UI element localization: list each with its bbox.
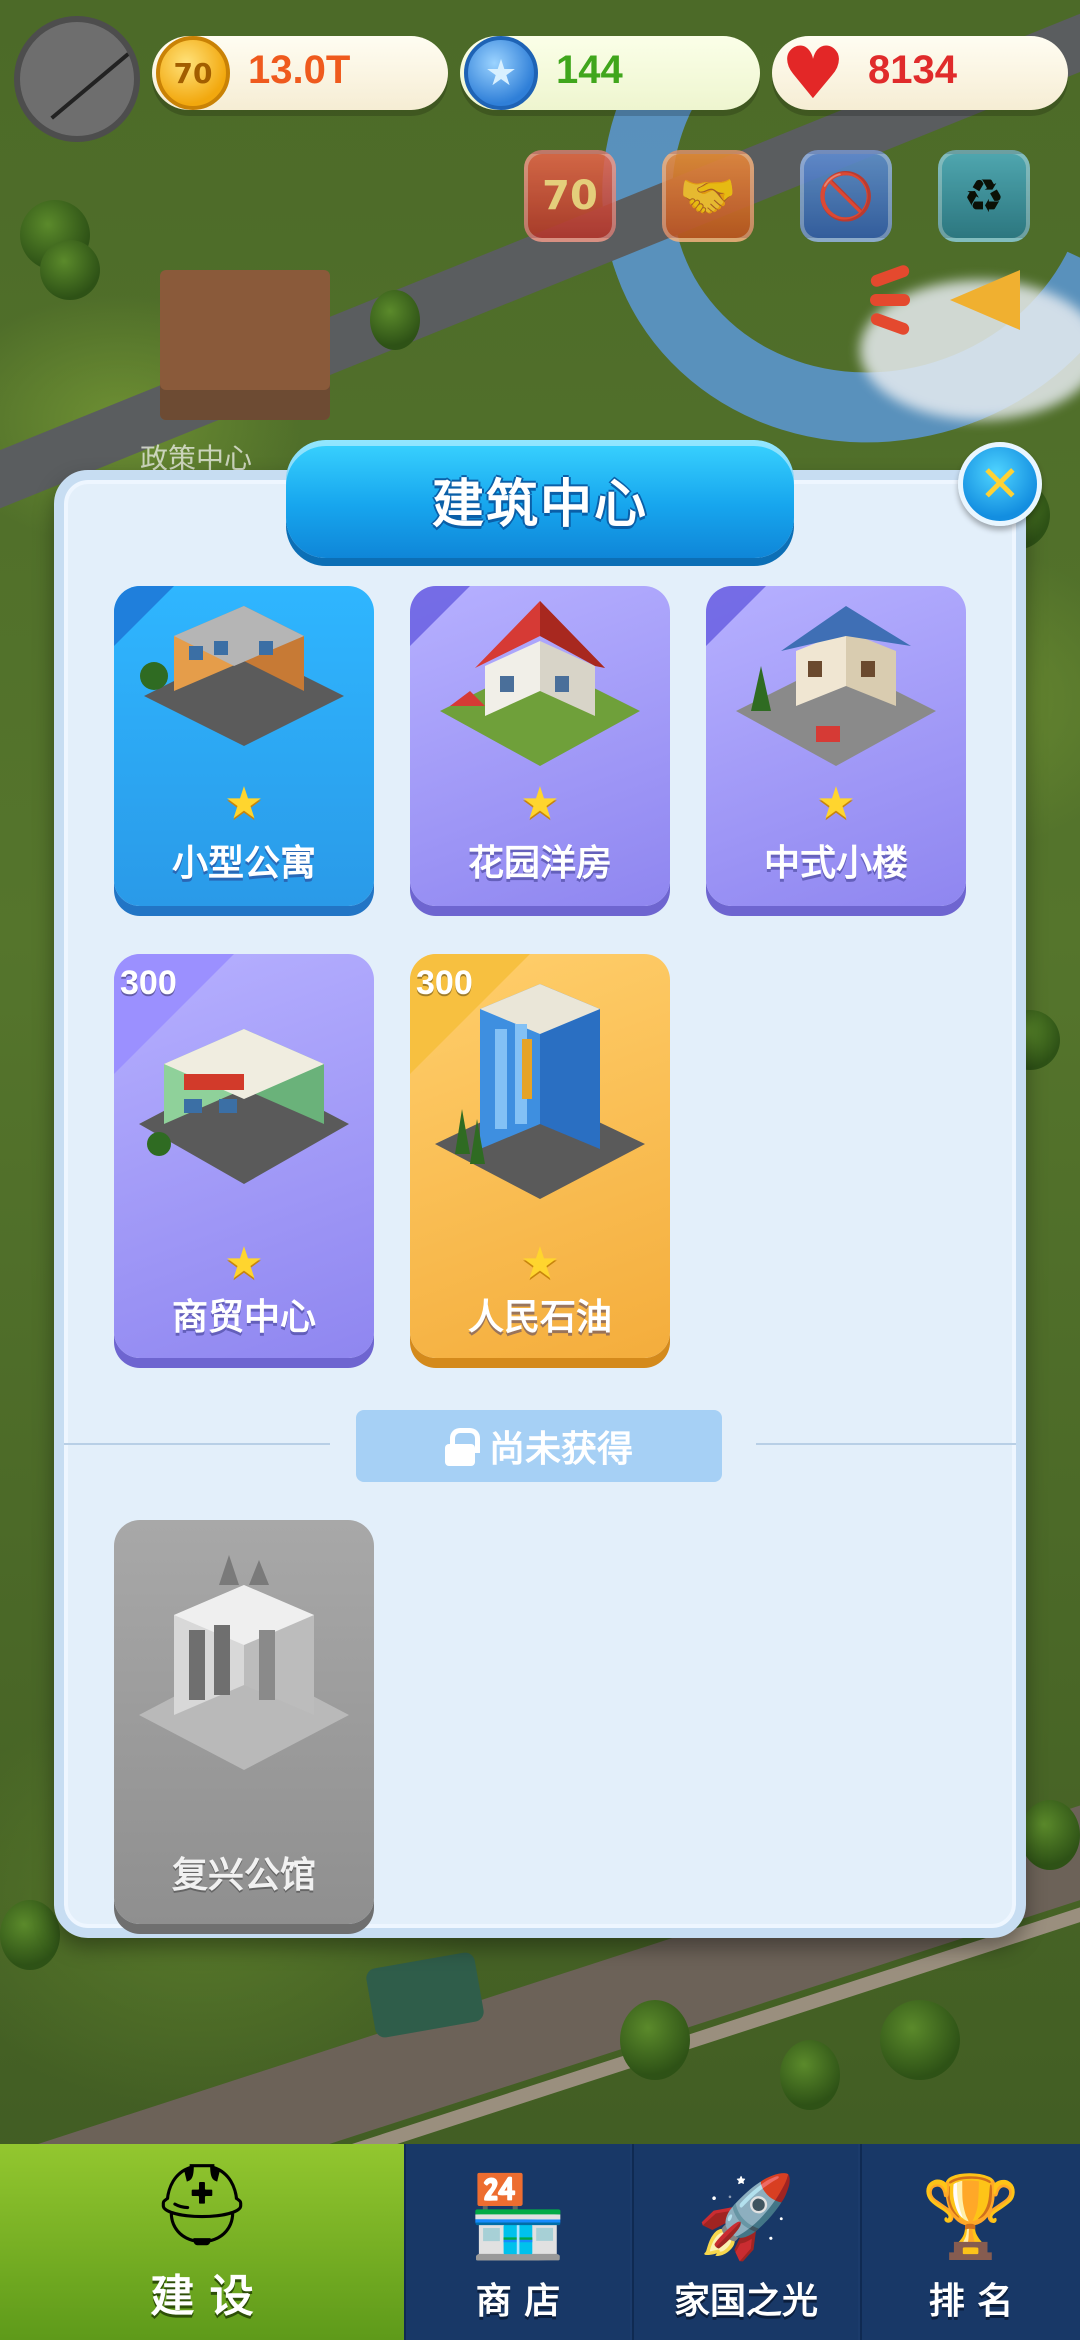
section-divider bbox=[756, 1443, 1016, 1445]
building-name: 小型公寓 bbox=[171, 843, 316, 884]
policy-center-building[interactable] bbox=[160, 270, 330, 420]
anniversary-event-button[interactable]: 70 bbox=[524, 150, 616, 242]
gold-coin-icon: 70 bbox=[156, 36, 230, 110]
gold-value: 13.0T bbox=[248, 48, 351, 92]
building-card-small-apartment[interactable]: ★ 小型公寓 bbox=[114, 586, 374, 906]
star-icon: ★ bbox=[816, 778, 856, 829]
tree bbox=[40, 240, 100, 300]
star-coin-icon: ★ bbox=[464, 36, 538, 110]
building-name: 复兴公馆 bbox=[171, 1855, 316, 1896]
no-fireworks-icon[interactable]: 🚫 bbox=[800, 150, 892, 242]
building-card-garden-villa[interactable]: ★ 花园洋房 bbox=[410, 586, 670, 906]
heart-counter[interactable]: ♥ 8134 bbox=[772, 36, 1068, 110]
nav-tab-build[interactable]: ⛑ 建 设 bbox=[0, 2144, 404, 2340]
handshake-icon[interactable]: 🤝 bbox=[662, 150, 754, 242]
not-obtained-text: 尚未获得 bbox=[488, 1429, 633, 1470]
shop-icon: 🏪 bbox=[468, 2170, 568, 2263]
small-apartment-illustration bbox=[140, 606, 344, 746]
tree bbox=[620, 2000, 690, 2080]
rocket-icon: 🚀 bbox=[696, 2170, 796, 2263]
nav-tab-shop[interactable]: 🏪 商 店 bbox=[404, 2144, 630, 2340]
close-button[interactable]: ✕ bbox=[958, 442, 1042, 526]
star-icon: ★ bbox=[224, 778, 264, 829]
tree bbox=[880, 2000, 960, 2080]
dialog-title-banner: 建筑中心 bbox=[286, 440, 794, 558]
trade-center-illustration bbox=[139, 1029, 349, 1184]
nav-tab-ranking[interactable]: 🏆 排 名 bbox=[860, 2144, 1080, 2340]
star-icon: ★ bbox=[224, 1238, 264, 1289]
not-obtained-label: 尚未获得 bbox=[356, 1410, 722, 1482]
nav-label: 排 名 bbox=[928, 2281, 1014, 2322]
building-name: 中式小楼 bbox=[763, 843, 908, 884]
garden-villa-illustration bbox=[440, 601, 640, 766]
hardhat-icon: ⛑ bbox=[151, 2158, 253, 2251]
nav-tab-national-glory[interactable]: 🚀 家国之光 bbox=[632, 2144, 858, 2340]
player-avatar[interactable] bbox=[14, 16, 140, 142]
event-badge-text: 70 bbox=[542, 173, 598, 219]
building-name: 商贸中心 bbox=[171, 1297, 316, 1338]
building-name: 人民石油 bbox=[467, 1297, 612, 1338]
revival-mansion-illustration bbox=[139, 1555, 349, 1770]
nav-label: 家国之光 bbox=[673, 2281, 818, 2322]
star-icon: ★ bbox=[520, 1238, 560, 1289]
building-name: 花园洋房 bbox=[467, 843, 612, 884]
building-card-trade-center[interactable]: 300 ★ 商贸中心 bbox=[114, 954, 374, 1358]
gold-counter[interactable]: 70 13.0T bbox=[152, 36, 448, 110]
chinese-house-illustration bbox=[736, 606, 936, 766]
nav-label: 商 店 bbox=[475, 2281, 561, 2322]
ranking-icon: 🏆 bbox=[921, 2170, 1021, 2263]
star-counter[interactable]: ★ 144 bbox=[460, 36, 760, 110]
tree bbox=[780, 2040, 840, 2110]
tree bbox=[1020, 1800, 1080, 1870]
peoples-oil-illustration bbox=[435, 984, 645, 1199]
nav-label: 建 设 bbox=[150, 2271, 254, 2322]
section-divider bbox=[64, 1443, 330, 1445]
tree bbox=[370, 290, 420, 350]
trash-sorting-icon[interactable]: ♻ bbox=[938, 150, 1030, 242]
tree bbox=[0, 1900, 60, 1970]
lock-icon bbox=[444, 1428, 480, 1466]
dialog-title: 建筑中心 bbox=[431, 474, 648, 535]
announcement-horn-icon[interactable] bbox=[869, 250, 1040, 350]
building-card-peoples-oil[interactable]: 300 ★ 人民石油 bbox=[410, 954, 670, 1358]
close-icon: ✕ bbox=[979, 455, 1021, 513]
heart-icon: ♥ bbox=[780, 31, 846, 115]
building-card-revival-mansion[interactable]: 复兴公馆 bbox=[114, 1520, 374, 1924]
star-icon: ★ bbox=[520, 778, 560, 829]
bottom-navigation: ⛑ 建 设 🏪 商 店 🚀 家国之光 🏆 排 名 bbox=[0, 2144, 1080, 2340]
heart-value: 8134 bbox=[868, 48, 957, 92]
building-card-chinese-house[interactable]: ★ 中式小楼 bbox=[706, 586, 966, 906]
star-value: 144 bbox=[556, 48, 623, 92]
